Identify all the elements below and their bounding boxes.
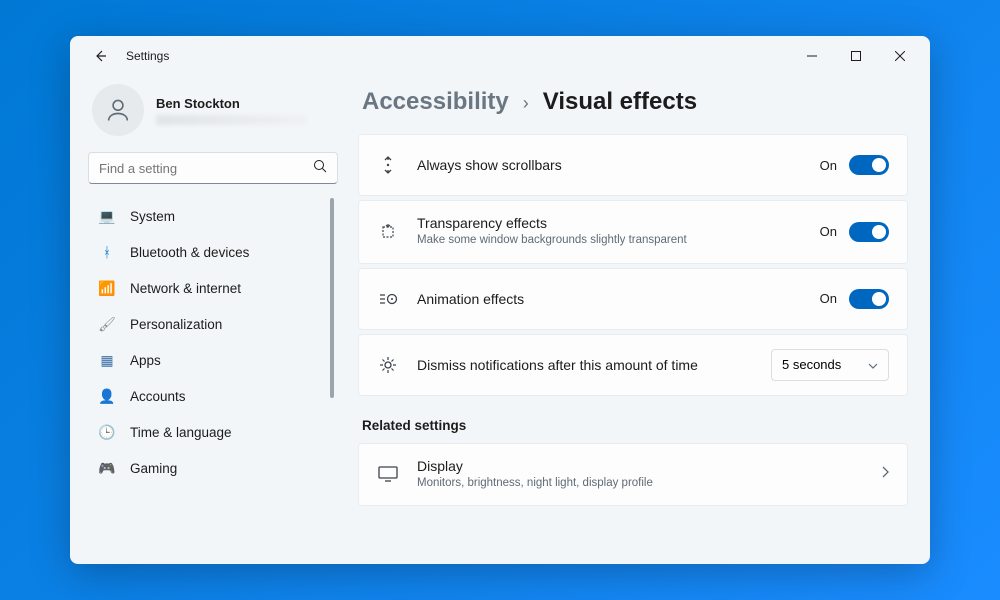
titlebar: Settings — [70, 36, 930, 76]
profile-name: Ben Stockton — [156, 96, 306, 111]
sidebar: Ben Stockton 💻 System ᚼ Bluetooth & devices… — [70, 76, 350, 564]
nav-item-bluetooth-devices[interactable]: ᚼ Bluetooth & devices — [88, 234, 334, 270]
card-icon — [377, 156, 399, 174]
nav-label: Apps — [130, 353, 161, 368]
settings-window: Settings Ben Stockton — [70, 36, 930, 564]
nav-label: Gaming — [130, 461, 177, 476]
card-icon — [377, 291, 399, 307]
toggle-switch[interactable] — [849, 289, 889, 309]
nav-item-accounts[interactable]: 👤 Accounts — [88, 378, 334, 414]
toggle-state: On — [820, 224, 837, 239]
nav-icon: 🎮 — [98, 459, 116, 477]
nav-item-personalization[interactable]: 🖌 Personalization — [88, 306, 334, 342]
nav-list: 💻 System ᚼ Bluetooth & devices 📶 Network & in… — [88, 198, 338, 564]
nav-label: Time & language — [130, 425, 232, 440]
card-subtitle: Make some window backgrounds slightly tr… — [417, 233, 820, 249]
related-settings-label: Related settings — [362, 418, 908, 433]
setting-card[interactable]: Animation effectsOn — [358, 268, 908, 330]
nav-label: Network & internet — [130, 281, 241, 296]
chevron-right-icon: › — [523, 93, 529, 114]
toggle-switch[interactable] — [849, 222, 889, 242]
card-subtitle: Monitors, brightness, night light, displ… — [417, 476, 881, 492]
setting-card[interactable]: Transparency effects Make some window bac… — [358, 200, 908, 264]
nav-item-system[interactable]: 💻 System — [88, 198, 334, 234]
nav-icon: 📶 — [98, 279, 116, 297]
close-button[interactable] — [878, 40, 922, 72]
search-icon — [313, 159, 327, 178]
nav-item-time-language[interactable]: 🕒 Time & language — [88, 414, 334, 450]
display-icon — [377, 466, 399, 482]
nav-label: Accounts — [130, 389, 186, 404]
dropdown[interactable]: 5 seconds — [771, 349, 889, 381]
toggle-state: On — [820, 291, 837, 306]
search-input[interactable] — [99, 161, 313, 176]
card-title: Transparency effects — [417, 215, 820, 231]
dropdown-value: 5 seconds — [782, 357, 841, 372]
profile-email-redacted — [156, 115, 306, 125]
nav-item-gaming[interactable]: 🎮 Gaming — [88, 450, 334, 486]
app-title: Settings — [126, 49, 169, 63]
window-controls — [790, 40, 922, 72]
nav-label: Personalization — [130, 317, 222, 332]
nav-scrollbar[interactable] — [330, 198, 336, 564]
card-title: Always show scrollbars — [417, 157, 820, 173]
chevron-down-icon — [868, 357, 878, 372]
chevron-right-icon — [881, 465, 889, 483]
profile[interactable]: Ben Stockton — [88, 76, 338, 152]
breadcrumb-parent[interactable]: Accessibility — [362, 88, 509, 116]
setting-card[interactable]: Dismiss notifications after this amount … — [358, 334, 908, 396]
nav-item-network-internet[interactable]: 📶 Network & internet — [88, 270, 334, 306]
related-item[interactable]: Display Monitors, brightness, night light… — [358, 443, 908, 507]
nav-item-apps[interactable]: ▦ Apps — [88, 342, 334, 378]
search-box[interactable] — [88, 152, 338, 184]
avatar — [92, 84, 144, 136]
card-icon — [377, 223, 399, 241]
maximize-button[interactable] — [834, 40, 878, 72]
breadcrumb-current: Visual effects — [543, 88, 697, 116]
setting-card[interactable]: Always show scrollbarsOn — [358, 134, 908, 196]
card-title: Display — [417, 458, 881, 474]
toggle-switch[interactable] — [849, 155, 889, 175]
nav-icon: ▦ — [98, 351, 116, 369]
card-title: Animation effects — [417, 291, 820, 307]
toggle-state: On — [820, 158, 837, 173]
nav-icon: 🖌 — [98, 315, 116, 333]
nav-icon: 👤 — [98, 387, 116, 405]
minimize-button[interactable] — [790, 40, 834, 72]
breadcrumb: Accessibility › Visual effects — [358, 88, 908, 116]
nav-label: Bluetooth & devices — [130, 245, 249, 260]
back-button[interactable] — [88, 44, 112, 68]
nav-icon: ᚼ — [98, 243, 116, 261]
nav-label: System — [130, 209, 175, 224]
card-title: Dismiss notifications after this amount … — [417, 357, 771, 373]
card-icon — [377, 355, 399, 375]
nav-icon: 🕒 — [98, 423, 116, 441]
content-area: Accessibility › Visual effects Always sh… — [350, 76, 930, 564]
nav-icon: 💻 — [98, 207, 116, 225]
